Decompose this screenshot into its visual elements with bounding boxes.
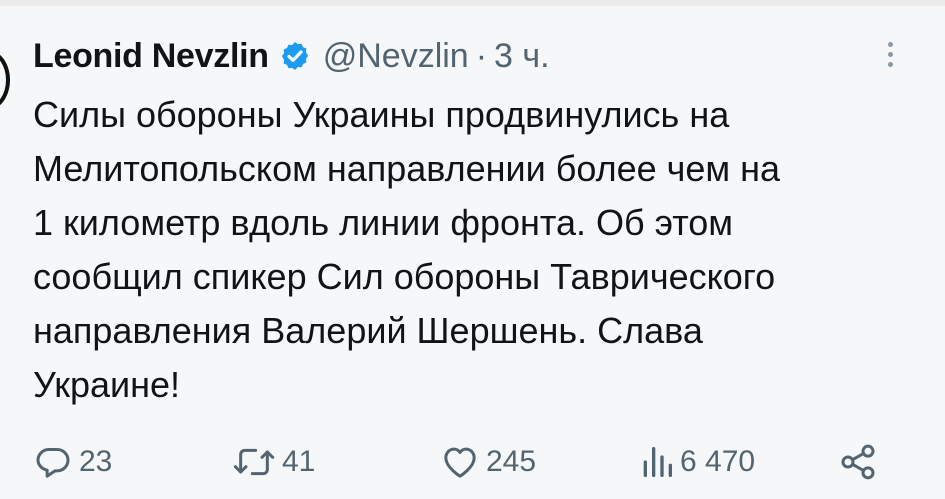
tweet-card[interactable]: Leonid Nevzlin @Nevzlin · 3 ч. Силы обор…: [0, 0, 945, 499]
reply-button[interactable]: 23: [33, 432, 112, 492]
views-icon: [643, 447, 672, 477]
retweet-button[interactable]: 41: [232, 432, 315, 492]
views-count: 6 470: [680, 445, 756, 478]
more-vertical-icon[interactable]: [876, 34, 904, 74]
tweet-text-last-line: Украине!: [33, 358, 923, 412]
avatar[interactable]: [0, 50, 10, 110]
views-button[interactable]: 6 470: [640, 432, 755, 492]
tweet-text-line: Силы обороны Украины продвинулись на: [33, 94, 730, 135]
tweet-header: Leonid Nevzlin @Nevzlin · 3 ч.: [33, 32, 550, 80]
tweet-text-line: сообщил спикер Сил обороны Таврического: [33, 256, 776, 297]
tweet-text: Силы обороны Украины продвинулись на Мел…: [33, 88, 923, 412]
ukraine-flag-icon: [188, 369, 236, 403]
share-button[interactable]: [838, 432, 878, 492]
like-button[interactable]: 245: [440, 432, 536, 492]
tweet-text-line: 1 километр вдоль линии фронта. Об этом: [33, 202, 734, 243]
share-icon: [841, 444, 875, 480]
like-count: 245: [486, 445, 537, 478]
retweet-icon: [233, 448, 275, 476]
action-bar: 23 41 245 6 470: [0, 432, 945, 492]
author-name[interactable]: Leonid Nevzlin: [33, 37, 269, 76]
reply-count: 23: [79, 445, 113, 478]
tweet-text-line: Мелитопольском направлении более чем на: [33, 148, 781, 189]
tweet-timestamp[interactable]: 3 ч.: [494, 37, 550, 76]
tweet-text-line: направления Валерий Шершень. Слава: [33, 310, 703, 351]
divider: [0, 0, 945, 6]
tweet-text-line: Украине!: [33, 364, 181, 405]
heart-icon: [444, 447, 476, 478]
separator-dot: ·: [475, 36, 488, 75]
author-handle[interactable]: @Nevzlin: [323, 37, 469, 76]
verified-badge-icon: [279, 40, 311, 72]
reply-icon: [36, 448, 70, 478]
retweet-count: 41: [282, 445, 316, 478]
